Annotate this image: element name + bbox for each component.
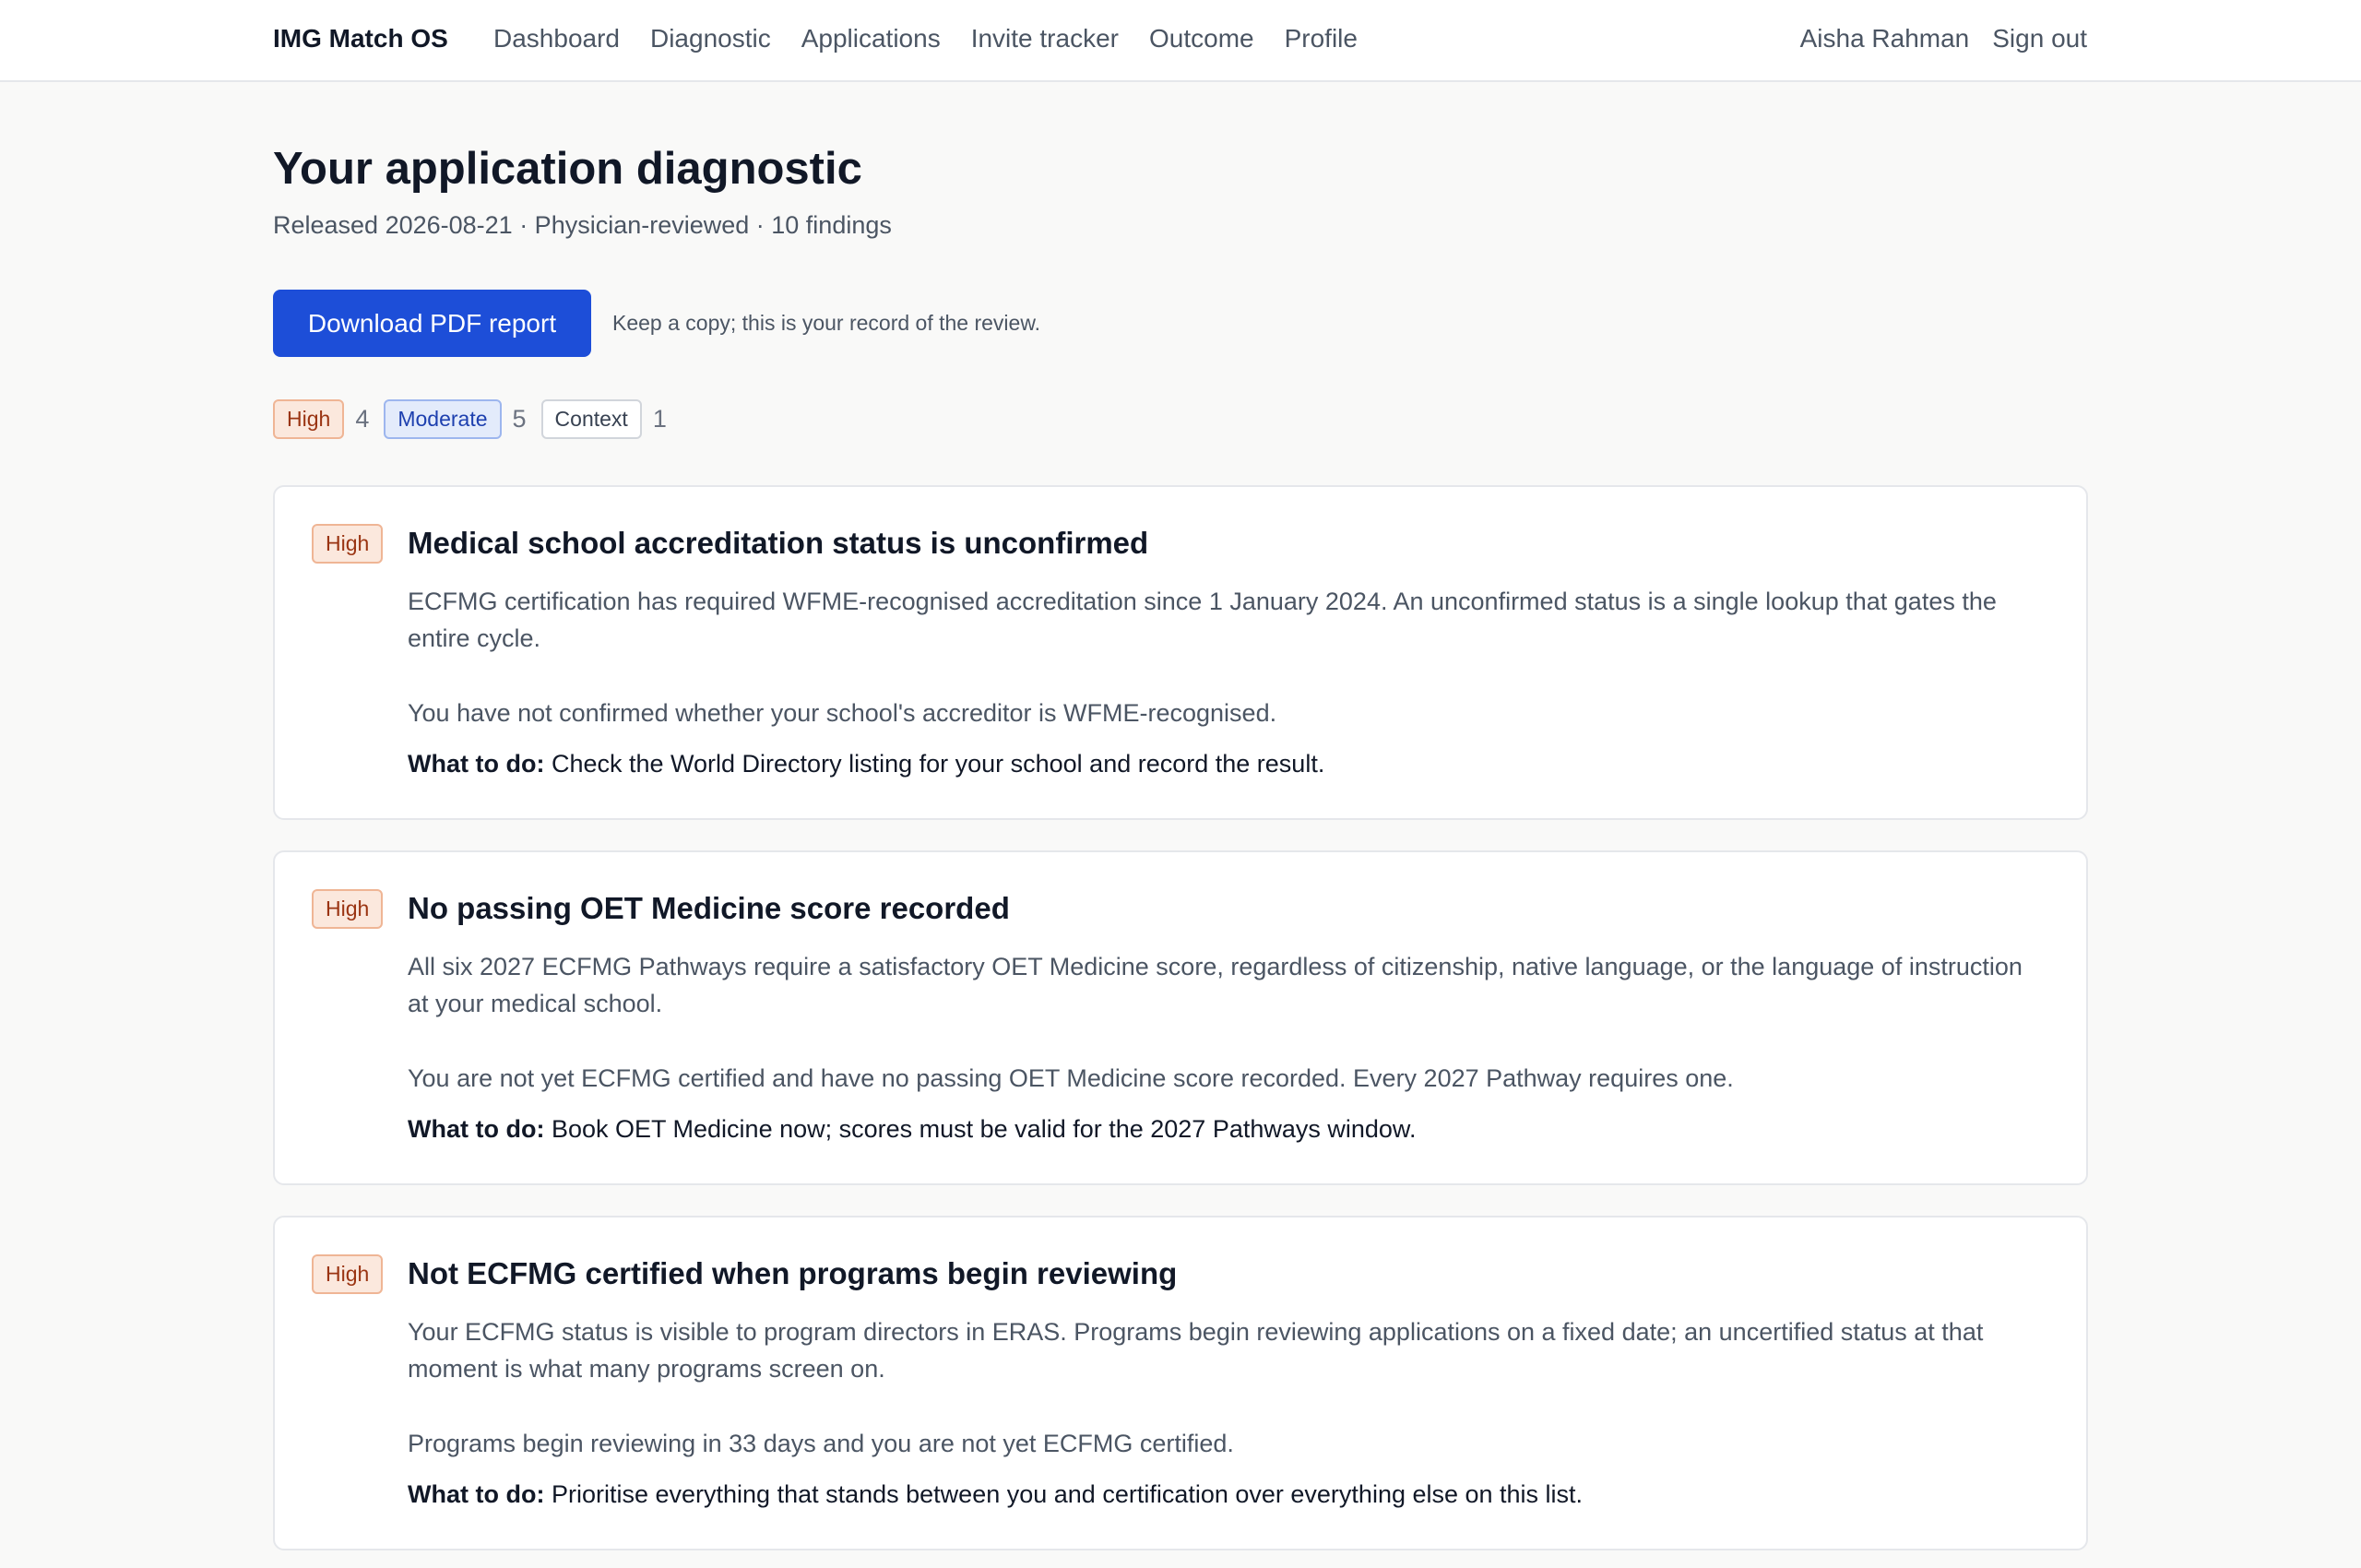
- user-name[interactable]: Aisha Rahman: [1800, 24, 1970, 53]
- finding-title: Not ECFMG certified when programs begin …: [408, 1256, 1178, 1290]
- finding-card: High Medical school accreditation status…: [273, 485, 2088, 820]
- finding-description: ECFMG certification has required WFME-re…: [408, 588, 1997, 652]
- nav-profile[interactable]: Profile: [1285, 24, 1358, 53]
- nav-outcome[interactable]: Outcome: [1149, 24, 1254, 53]
- summary-moderate-count: 5: [512, 405, 527, 433]
- summary-context-badge: Context: [540, 399, 642, 439]
- finding-detail: You are not yet ECFMG certified and have…: [408, 1064, 1734, 1092]
- top-navigation: IMG Match OS Dashboard Diagnostic Applic…: [0, 0, 2361, 82]
- finding-description: Your ECFMG status is visible to program …: [408, 1318, 1984, 1383]
- summary-high-badge: High: [273, 399, 345, 439]
- finding-detail: Programs begin reviewing in 33 days and …: [408, 1430, 1234, 1457]
- user-area: Aisha Rahman Sign out: [1800, 24, 2087, 53]
- action-text: Prioritise everything that stands betwee…: [551, 1480, 1584, 1508]
- finding-action: What to do: Check the World Directory li…: [408, 745, 2049, 782]
- nav-applications[interactable]: Applications: [801, 24, 941, 53]
- summary-high-count: 4: [355, 405, 370, 433]
- nav-dashboard[interactable]: Dashboard: [493, 24, 620, 53]
- severity-badge: High: [312, 524, 384, 564]
- sign-out-link[interactable]: Sign out: [1992, 24, 2087, 53]
- finding-action: What to do: Prioritise everything that s…: [408, 1476, 2049, 1513]
- action-label: What to do:: [408, 750, 545, 778]
- severity-badge: High: [312, 1254, 384, 1294]
- nav-diagnostic[interactable]: Diagnostic: [650, 24, 771, 53]
- action-text: Book OET Medicine now; scores must be va…: [551, 1115, 1417, 1143]
- severity-badge: High: [312, 889, 384, 929]
- summary-context-count: 1: [652, 405, 667, 433]
- action-text: Check the World Directory listing for yo…: [551, 750, 1325, 778]
- page-title: Your application diagnostic: [273, 144, 862, 194]
- primary-nav: Dashboard Diagnostic Applications Invite…: [493, 24, 1358, 53]
- finding-title: No passing OET Medicine score recorded: [408, 891, 1010, 925]
- finding-action: What to do: Book OET Medicine now; score…: [408, 1111, 2049, 1147]
- severity-summary: High 4 Moderate 5 Context 1: [273, 399, 682, 439]
- finding-title: Medical school accreditation status is u…: [408, 526, 1149, 560]
- finding-detail: You have not confirmed whether your scho…: [408, 699, 1277, 727]
- download-note: Keep a copy; this is your record of the …: [612, 311, 1041, 335]
- download-pdf-button[interactable]: Download PDF report: [273, 290, 591, 357]
- action-label: What to do:: [408, 1480, 545, 1508]
- nav-invite-tracker[interactable]: Invite tracker: [971, 24, 1119, 53]
- page-subtitle: Released 2026-08-21 · Physician-reviewed…: [273, 211, 892, 239]
- app-brand[interactable]: IMG Match OS: [273, 24, 448, 53]
- summary-moderate-badge: Moderate: [384, 399, 502, 439]
- finding-card: High Not ECFMG certified when programs b…: [273, 1216, 2088, 1550]
- action-label: What to do:: [408, 1115, 545, 1143]
- finding-description: All six 2027 ECFMG Pathways require a sa…: [408, 953, 2023, 1017]
- finding-card: High No passing OET Medicine score recor…: [273, 850, 2088, 1185]
